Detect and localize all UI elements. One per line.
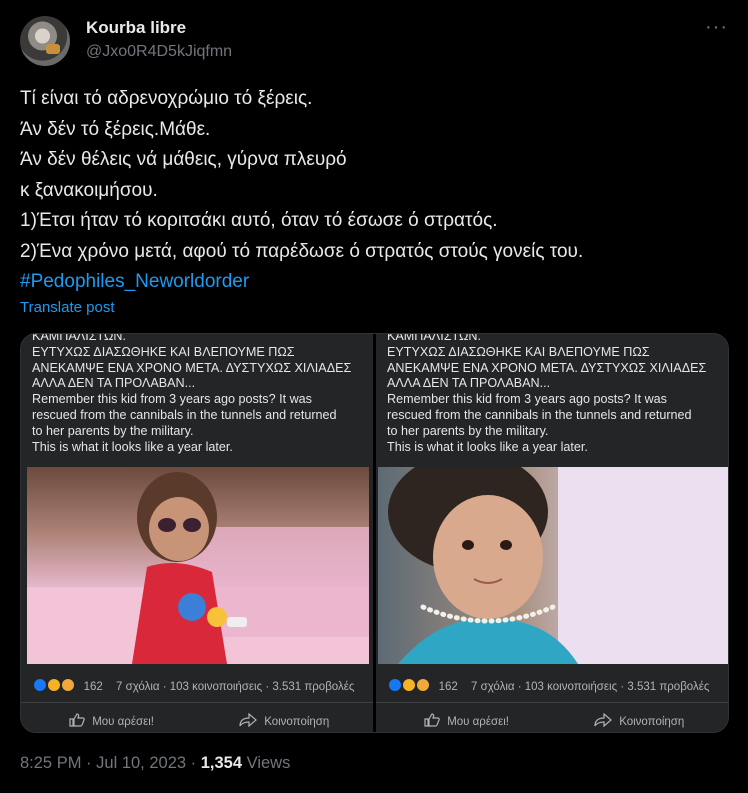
- like-reaction-icon: [33, 678, 47, 692]
- care-reaction-icon: [61, 678, 76, 692]
- fb-text-line: Remember this kid from 3 years ago posts…: [32, 392, 312, 407]
- fb-like-label: Μου αρέσει!: [92, 716, 154, 728]
- fb-like-label: Μου αρέσει!: [447, 716, 509, 728]
- views-count: 1,354: [200, 754, 243, 772]
- fb-like-button[interactable]: Μου αρέσει!: [424, 713, 509, 728]
- fb-share-button[interactable]: Κοινοποίηση: [594, 712, 685, 728]
- tweet-meta: 8:25 PM · Jul 10, 2023 · 1,354 Views: [20, 754, 290, 773]
- tweet-header: Kourba libre @Jxo0R4D5kJiqfmn ···: [20, 14, 728, 66]
- fb-text-line: to her parents by the military.: [387, 423, 549, 438]
- reaction-count: 162: [438, 681, 458, 693]
- care-reaction-icon: [416, 678, 431, 692]
- translate-post-link[interactable]: Translate post: [20, 299, 115, 316]
- fb-text-line: This is what it looks like a year later.: [32, 439, 233, 454]
- tweet-time[interactable]: 8:25 PM: [20, 754, 81, 772]
- fb-text-line: ΑΝΕΚΑΜΨΕ ΕΝΑ ΧΡΟΝΟ ΜΕΤΑ. ΔΥΣΤΥΧΩΣ ΧΙΛΙΑΔ…: [32, 360, 352, 375]
- tweet-line: κ ξανακοιμήσου.: [20, 179, 158, 201]
- haha-reaction-icon: [402, 678, 417, 692]
- media-panel-left[interactable]: ΚΑΜΠΑΛΙΣΤΩΝ. ΕΥΤΥΧΩΣ ΔΙΑΣΩΘΗΚΕ ΚΑΙ ΒΛΕΠΟ…: [21, 334, 373, 732]
- fb-text-line: ΕΥΤΥΧΩΣ ΔΙΑΣΩΘΗΚΕ ΚΑΙ ΒΛΕΠΟΥΜΕ ΠΩΣ: [32, 344, 295, 359]
- like-reaction-icon: [388, 678, 402, 692]
- fb-text-line: ΚΑΜΠΑΛΙΣΤΩΝ.: [32, 333, 126, 343]
- fb-text-line: rescued from the cannibals in the tunnel…: [32, 407, 337, 422]
- fb-actions-bar: Μου αρέσει! Κοινοποίηση: [21, 702, 373, 732]
- tweet-text: Τί είναι τό αδρενοχρώμιο τό ξέρεις. Άν δ…: [20, 84, 730, 298]
- fb-text-line: to her parents by the military.: [32, 423, 194, 438]
- reactions-bar[interactable]: 162 7 σχόλια · 103 κοινοποιήσεις · 3.531…: [388, 678, 709, 693]
- tweet-date[interactable]: Jul 10, 2023: [96, 754, 186, 772]
- author-display-name[interactable]: Kourba libre: [86, 18, 186, 38]
- fb-share-label: Κοινοποίηση: [264, 716, 330, 728]
- fb-actions-bar: Μου αρέσει! Κοινοποίηση: [376, 702, 728, 732]
- tweet-line: 2)Ένα χρόνο μετά, αφού τό παρέδωσε ό στρ…: [20, 240, 584, 262]
- hashtag-link[interactable]: #Pedophiles_Neworldorder: [20, 267, 730, 298]
- fb-like-button[interactable]: Μου αρέσει!: [69, 713, 154, 728]
- thumbs-up-icon: [69, 713, 85, 727]
- child-photo-after-illustration: [388, 467, 728, 664]
- share-arrow-icon: [239, 712, 257, 728]
- meta-separator: ·: [86, 754, 92, 772]
- fb-text-line: ΑΛΛΑ ΔΕΝ ΤΑ ΠΡΟΛΑΒΑΝ...: [32, 376, 196, 391]
- fb-text-line: rescued from the cannibals in the tunnel…: [387, 407, 692, 422]
- post-stats: 7 σχόλια · 103 κοινοποιήσεις · 3.531 προ…: [116, 681, 355, 693]
- fb-post-text: ΚΑΜΠΑΛΙΣΤΩΝ. ΕΥΤΥΧΩΣ ΔΙΑΣΩΘΗΚΕ ΚΑΙ ΒΛΕΠΟ…: [387, 334, 722, 455]
- fb-text-line: ΑΝΕΚΑΜΨΕ ΕΝΑ ΧΡΟΝΟ ΜΕΤΑ. ΔΥΣΤΥΧΩΣ ΧΙΛΙΑΔ…: [387, 360, 707, 375]
- meta-separator: ·: [190, 754, 197, 772]
- tweet-line: Τί είναι τό αδρενοχρώμιο τό ξέρεις.: [20, 88, 313, 109]
- fb-share-button[interactable]: Κοινοποίηση: [239, 712, 330, 728]
- author-handle[interactable]: @Jxo0R4D5kJiqfmn: [86, 43, 232, 61]
- reactions-bar[interactable]: 162 7 σχόλια · 103 κοινοποιήσεις · 3.531…: [33, 678, 354, 693]
- child-photo-after: [378, 467, 728, 664]
- views-label: Views: [246, 754, 291, 772]
- fb-text-line: ΚΑΜΠΑΛΙΣΤΩΝ.: [387, 333, 481, 343]
- fb-text-line: Remember this kid from 3 years ago posts…: [387, 392, 667, 407]
- media-attachment[interactable]: ΚΑΜΠΑΛΙΣΤΩΝ. ΕΥΤΥΧΩΣ ΔΙΑΣΩΘΗΚΕ ΚΑΙ ΒΛΕΠΟ…: [20, 333, 729, 733]
- tweet-line: Άν δέν θέλεις νά μάθεις, γύρνα πλευρό: [20, 149, 347, 170]
- media-panel-right[interactable]: ΚΑΜΠΑΛΙΣΤΩΝ. ΕΥΤΥΧΩΣ ΔΙΑΣΩΘΗΚΕ ΚΑΙ ΒΛΕΠΟ…: [376, 334, 728, 732]
- fb-text-line: This is what it looks like a year later.: [387, 439, 588, 454]
- haha-reaction-icon: [47, 678, 62, 692]
- share-arrow-icon: [594, 712, 612, 728]
- fb-share-label: Κοινοποίηση: [619, 716, 685, 728]
- post-stats: 7 σχόλια · 103 κοινοποιήσεις · 3.531 προ…: [471, 681, 710, 693]
- reaction-count: 162: [83, 681, 103, 693]
- fb-text-line: ΕΥΤΥΧΩΣ ΔΙΑΣΩΘΗΚΕ ΚΑΙ ΒΛΕΠΟΥΜΕ ΠΩΣ: [387, 344, 650, 359]
- child-photo-before: [27, 467, 369, 664]
- fb-text-line: ΑΛΛΑ ΔΕΝ ΤΑ ΠΡΟΛΑΒΑΝ...: [387, 376, 551, 391]
- author-avatar[interactable]: [20, 16, 70, 66]
- thumbs-up-icon: [424, 713, 440, 727]
- fb-post-text: ΚΑΜΠΑΛΙΣΤΩΝ. ΕΥΤΥΧΩΣ ΔΙΑΣΩΘΗΚΕ ΚΑΙ ΒΛΕΠΟ…: [32, 334, 367, 455]
- child-photo-before-illustration: [27, 472, 369, 664]
- tweet-line: Άν δέν τό ξέρεις.Μάθε.: [20, 118, 211, 140]
- more-options-icon[interactable]: ···: [705, 16, 728, 39]
- tweet-line: 1)Έτσι ήταν τό κοριτσάκι αυτό, όταν τό έ…: [20, 210, 498, 231]
